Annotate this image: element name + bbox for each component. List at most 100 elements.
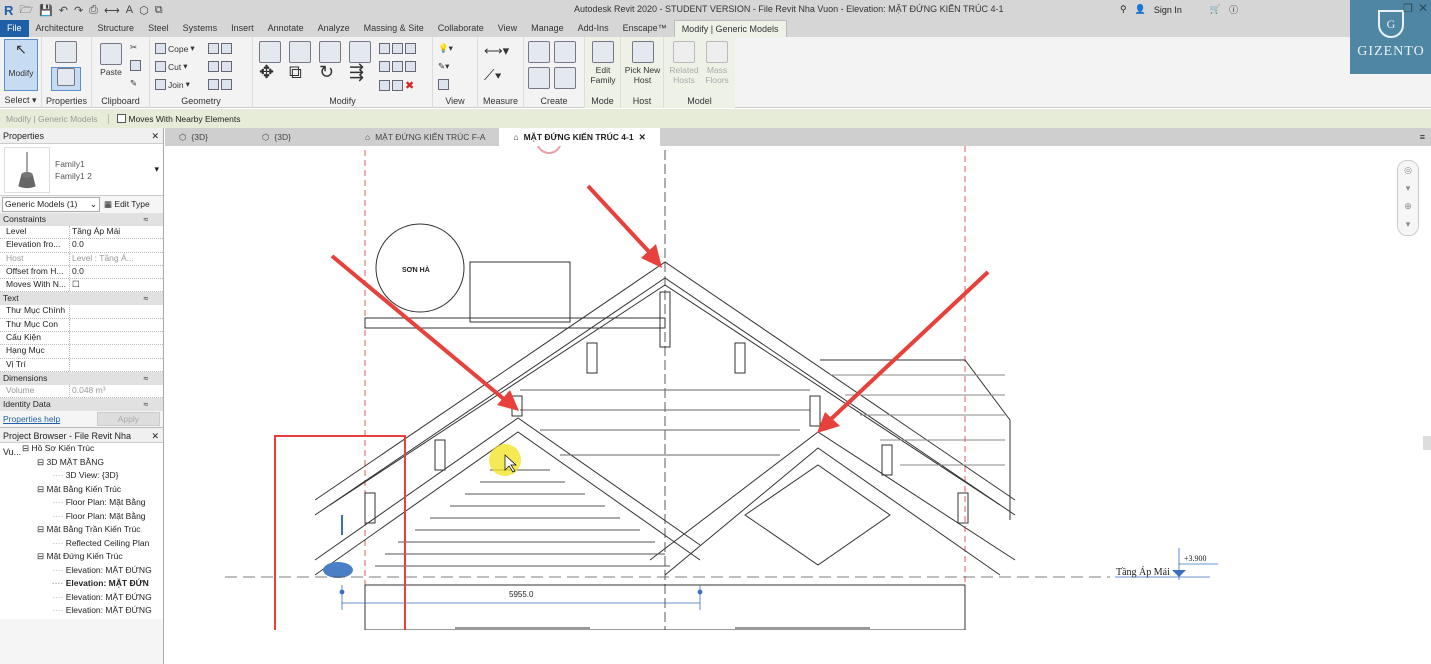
undo-icon[interactable]: ↶ <box>59 4 68 17</box>
property-row[interactable]: Thư Mục Con <box>0 318 163 333</box>
property-group-header[interactable]: Identity Data ≈ <box>0 398 163 412</box>
browser-item[interactable]: ⊟ 3D MẶT BẰNG <box>0 456 163 471</box>
tab-modify-generic-models[interactable]: Modify | Generic Models <box>673 20 787 37</box>
property-value[interactable] <box>70 345 140 357</box>
binoculars-icon[interactable]: ⚲ <box>1120 4 1127 15</box>
close-views-icon[interactable]: ⧉ <box>155 4 163 17</box>
property-value[interactable]: Tầng Áp Mái <box>70 226 140 238</box>
browser-item[interactable]: ⊟ Mặt Đứng Kiến Trúc <box>0 551 163 565</box>
cut-clip-icon[interactable]: ✂ <box>130 42 137 53</box>
property-value[interactable]: 0.048 m³ <box>70 385 140 397</box>
browser-item[interactable]: ···· Elevation: MẶT ĐỨNG <box>0 605 163 619</box>
split-icon[interactable] <box>379 43 416 54</box>
browser-item[interactable]: ···· Floor Plan: Mặt Bằng <box>0 510 163 525</box>
moves-with-nearby-checkbox[interactable]: Moves With Nearby Elements <box>109 114 240 124</box>
tab-analyze[interactable]: Analyze <box>311 20 357 37</box>
elevation-drawing[interactable]: Tầng Áp Mái +3.900 SƠN HÀ 5955.0 <box>165 128 1431 664</box>
view-tab-elevation-41[interactable]: ⌂ MẶT ĐỨNG KIẾN TRÚC 4-1 ✕ <box>499 128 660 146</box>
view-tab-elevation-fa[interactable]: ⌂ MẶT ĐỨNG KIẾN TRÚC F-A <box>305 128 500 146</box>
user-icon[interactable]: 👤 <box>1135 4 1146 15</box>
property-row[interactable]: Hạng Mục <box>0 345 163 359</box>
edit-type-button[interactable]: ▦ Edit Type <box>104 199 150 210</box>
tab-list-icon[interactable]: ≡ <box>1420 132 1431 142</box>
dimension-value[interactable]: 5955.0 <box>509 590 534 599</box>
create-parts-icon[interactable] <box>528 41 550 65</box>
cart-icon[interactable]: 🛒 <box>1210 4 1221 15</box>
category-filter-dropdown[interactable]: Generic Models (1) ⌄ <box>2 197 100 212</box>
property-value[interactable] <box>70 332 140 344</box>
property-value[interactable]: Level : Tầng Á... <box>70 253 140 265</box>
properties-help-link[interactable]: Properties help <box>3 414 60 424</box>
help-icon[interactable]: ⓘ <box>1229 3 1238 16</box>
tab-massing-site[interactable]: Massing & Site <box>357 20 431 37</box>
mass-floors-button[interactable]: Mass Floors <box>702 41 732 85</box>
property-row[interactable]: Vị Trí <box>0 358 163 372</box>
property-row[interactable]: Volume 0.048 m³ <box>0 384 163 399</box>
apply-button[interactable]: Apply <box>96 412 160 427</box>
copy-element-icon[interactable]: ⧉ <box>289 63 302 81</box>
pick-new-host-button[interactable]: Pick New Host <box>621 41 664 85</box>
close-properties-icon[interactable]: ✕ <box>151 128 159 143</box>
property-group-header[interactable]: Dimensions ≈ <box>0 371 163 385</box>
tab-structure[interactable]: Structure <box>91 20 142 37</box>
tab-enscape[interactable]: Enscape™ <box>616 20 674 37</box>
view-tab-3d-1[interactable]: ⬡ {3D} <box>165 128 222 146</box>
redo-icon[interactable]: ↷ <box>74 4 83 17</box>
property-value[interactable]: 0.0 <box>70 239 140 251</box>
properties-button[interactable] <box>51 67 81 91</box>
array-icon[interactable] <box>379 61 416 72</box>
navigation-bar[interactable]: ◎ ▾ ⊕ ▾ <box>1397 160 1419 236</box>
3d-view-icon[interactable]: ⬡ <box>139 4 149 17</box>
join-button[interactable]: Join ▾ <box>155 79 190 90</box>
property-row[interactable]: Cấu Kiện <box>0 332 163 346</box>
drawing-canvas[interactable]: Tầng Áp Mái +3.900 SƠN HÀ 5955.0 ◎ ▾ ⊕ ▾ <box>165 128 1431 664</box>
level-name[interactable]: Tầng Áp Mái <box>1116 566 1170 578</box>
text-icon[interactable]: A <box>126 4 133 16</box>
edit-family-button[interactable]: Edit Family <box>587 41 619 85</box>
view-tab-3d-2[interactable]: ⬡ {3D} <box>222 128 305 146</box>
property-value[interactable] <box>70 305 140 317</box>
browser-item[interactable]: ···· 3D View: {3D} <box>0 470 163 484</box>
tab-annotate[interactable]: Annotate <box>261 20 311 37</box>
cope-button[interactable]: Cope ▾ <box>155 43 195 54</box>
close-window-icon[interactable]: ✕ <box>1418 1 1428 15</box>
type-dropdown-icon[interactable]: ▾ <box>154 164 159 175</box>
measure-icon[interactable]: ⟷ <box>104 4 120 17</box>
sign-in-button[interactable]: Sign In <box>1154 5 1182 15</box>
override-graphics-icon[interactable]: ✎▾ <box>438 61 449 72</box>
browser-item[interactable]: ⊟ Mặt Bằng Kiến Trúc <box>0 483 163 498</box>
hide-icon[interactable]: 💡▾ <box>438 43 453 54</box>
dimension-icon[interactable]: ⟋▾ <box>484 67 502 84</box>
copy-icon[interactable] <box>130 60 141 71</box>
paint-icon[interactable] <box>208 79 232 90</box>
split-face-icon[interactable] <box>208 61 232 72</box>
property-value[interactable] <box>70 319 140 331</box>
create-group-icon[interactable] <box>554 41 576 65</box>
save-icon[interactable]: 💾 <box>39 4 53 17</box>
browser-item[interactable]: ···· Elevation: MẶT ĐỨN <box>0 578 163 592</box>
create-similar-icon[interactable] <box>554 67 576 91</box>
modify-button[interactable]: ↖ Modify <box>4 39 38 91</box>
cut-button[interactable]: Cut ▾ <box>155 61 188 72</box>
trim-icon[interactable]: ⇶ <box>349 63 364 81</box>
geometry-tool-icon[interactable] <box>208 43 232 54</box>
tab-add-ins[interactable]: Add-Ins <box>571 20 616 37</box>
property-value[interactable] <box>70 359 140 371</box>
property-group-header[interactable]: Constraints ≈ <box>0 213 163 226</box>
tab-file[interactable]: File <box>0 20 29 37</box>
tab-steel[interactable]: Steel <box>141 20 176 37</box>
tab-view[interactable]: View <box>491 20 524 37</box>
browser-item[interactable]: ···· Reflected Ceiling Plan <box>0 537 163 552</box>
property-row[interactable]: Elevation fro... 0.0 <box>0 239 163 253</box>
tab-systems[interactable]: Systems <box>176 20 225 37</box>
vertical-scrollbar[interactable] <box>1423 436 1431 450</box>
property-row[interactable]: Offset from H... 0.0 <box>0 265 163 280</box>
related-hosts-button[interactable]: Related Hosts <box>666 41 702 85</box>
property-row[interactable]: Host Level : Tầng Á... <box>0 252 163 266</box>
close-browser-icon[interactable]: ✕ <box>151 428 159 442</box>
restore-window-icon[interactable]: ❐ <box>1403 2 1413 15</box>
browser-item[interactable]: ⊟ Mặt Bằng Trần Kiến Trúc <box>0 524 163 538</box>
type-properties-button[interactable] <box>51 41 81 65</box>
paste-button[interactable]: Paste <box>97 43 125 77</box>
tab-architecture[interactable]: Architecture <box>29 20 91 37</box>
